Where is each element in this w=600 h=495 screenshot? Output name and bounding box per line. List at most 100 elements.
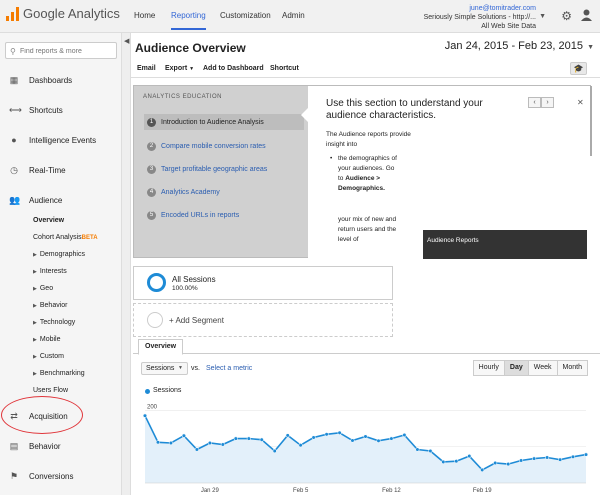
- google-analytics-logo[interactable]: Google Analytics: [6, 6, 120, 21]
- lesson-item[interactable]: 2 Compare mobile conversion rates: [147, 142, 266, 151]
- scrollbar[interactable]: [590, 86, 592, 156]
- segment-all-sessions[interactable]: All Sessions 100.00%: [133, 266, 393, 300]
- sidebar-sub-behavior[interactable]: ▶ Behavior: [33, 302, 68, 309]
- granularity-hourly[interactable]: Hourly: [472, 360, 505, 376]
- lesson-number: 4: [147, 188, 156, 197]
- sidebar-item-audience[interactable]: 👥 Audience: [0, 191, 122, 209]
- data-point: [181, 433, 186, 438]
- granularity-day[interactable]: Day: [503, 360, 529, 376]
- search-input[interactable]: [20, 45, 114, 57]
- add-segment-button[interactable]: + Add Segment: [133, 303, 393, 337]
- data-point: [142, 413, 148, 418]
- sidebar-item-dashboards[interactable]: ▦ Dashboards: [0, 71, 122, 89]
- sidebar-sub-label: Benchmarking: [39, 370, 85, 377]
- lesson-item[interactable]: 3 Target profitable geographic areas: [147, 165, 267, 174]
- triangle-right-icon: ▶: [33, 286, 37, 292]
- sidebar-sub-users-flow[interactable]: Users Flow: [33, 387, 68, 394]
- sidebar-sub-label: Behavior: [39, 302, 68, 309]
- education-card: Use this section to understand your audi…: [308, 86, 592, 259]
- nav-reporting[interactable]: Reporting: [171, 11, 206, 30]
- sidebar-item-shortcuts[interactable]: ⟷ Shortcuts: [0, 101, 122, 119]
- gear-icon[interactable]: ⚙: [561, 9, 572, 23]
- education-bullet: your mix of new and return users and the…: [338, 215, 398, 245]
- education-pager: ‹ ›: [528, 97, 554, 108]
- account-property: Seriously Simple Solutions - http://...: [423, 14, 536, 21]
- shortcut-arrow-icon: ⟷: [9, 104, 22, 115]
- metric-select[interactable]: Sessions ▼: [141, 362, 188, 375]
- sidebar-item-behavior[interactable]: ▤ Behavior: [0, 437, 122, 455]
- segment-ring-icon: [147, 273, 166, 292]
- sidebar-sub-cohort[interactable]: Cohort AnalysisBETA: [33, 234, 98, 241]
- sidebar-item-label: Behavior: [29, 441, 61, 451]
- sidebar-sub-mobile[interactable]: ▶ Mobile: [33, 336, 60, 343]
- lesson-label: Compare mobile conversion rates: [161, 143, 266, 150]
- sidebar-item-intelligence[interactable]: ● Intelligence Events: [0, 131, 122, 149]
- nav-admin[interactable]: Admin: [282, 11, 305, 20]
- empty-segment-ring-icon: [147, 312, 163, 328]
- add-to-dashboard-button[interactable]: Add to Dashboard: [203, 65, 264, 72]
- chevron-right-icon[interactable]: ›: [541, 97, 554, 108]
- lesson-item[interactable]: 5 Encoded URLs in reports: [147, 211, 239, 220]
- legend-swatch: [145, 389, 150, 394]
- chevron-down-icon[interactable]: ▼: [539, 13, 546, 20]
- tab-overview[interactable]: Overview: [138, 339, 184, 355]
- sidebar-sub-label: Cohort Analysis: [33, 234, 82, 241]
- sidebar-collapse-toggle[interactable]: ◀: [122, 33, 131, 495]
- bullet-link: Audience > Demographics.: [338, 175, 385, 192]
- lesson-item[interactable]: 4 Analytics Academy: [147, 188, 220, 197]
- report-toolbar: Email Export ▼ Add to Dashboard Shortcut…: [131, 60, 600, 78]
- vs-label: vs.: [191, 365, 200, 372]
- nav-customization[interactable]: Customization: [220, 11, 271, 20]
- y-tick-label: 200: [147, 404, 158, 410]
- data-point: [415, 447, 420, 452]
- lesson-number: 5: [147, 211, 156, 220]
- export-button[interactable]: Export ▼: [165, 65, 194, 72]
- chevron-down-icon[interactable]: ▼: [587, 44, 594, 51]
- sidebar-sub-technology[interactable]: ▶ Technology: [33, 319, 75, 326]
- nav-home[interactable]: Home: [134, 11, 155, 20]
- lesson-item[interactable]: 1 Introduction to Audience Analysis: [144, 114, 304, 130]
- shortcut-button[interactable]: Shortcut: [270, 65, 299, 72]
- data-point: [545, 455, 550, 460]
- export-label: Export: [165, 65, 188, 72]
- data-point: [376, 438, 381, 443]
- email-button[interactable]: Email: [137, 65, 156, 72]
- sidebar-sub-label: Mobile: [39, 336, 61, 343]
- sidebar-sub-interests[interactable]: ▶ Interests: [33, 268, 67, 275]
- behavior-icon: ▤: [9, 440, 19, 451]
- account-email: june@tomitrader.com: [469, 5, 536, 12]
- main-content: Audience Overview Jan 24, 2015 - Feb 23,…: [131, 33, 600, 495]
- account-selector[interactable]: june@tomitrader.com Seriously Simple Sol…: [424, 4, 536, 31]
- user-icon[interactable]: [581, 9, 592, 21]
- lightbulb-icon: ●: [11, 135, 17, 145]
- data-point: [454, 459, 459, 464]
- sidebar-sub-overview[interactable]: Overview: [33, 217, 64, 224]
- chevron-left-icon: ◀: [124, 38, 130, 45]
- select-metric-link[interactable]: Select a metric: [206, 365, 252, 372]
- chevron-left-icon[interactable]: ‹: [528, 97, 541, 108]
- data-point: [220, 442, 225, 447]
- x-tick-label: Feb 19: [473, 488, 492, 494]
- chevron-down-icon: ▼: [178, 365, 183, 371]
- sidebar-item-conversions[interactable]: ⚑ Conversions: [0, 467, 122, 485]
- beta-badge: BETA: [81, 235, 98, 241]
- granularity-month[interactable]: Month: [556, 360, 588, 376]
- sidebar-sub-benchmarking[interactable]: ▶ Benchmarking: [33, 370, 85, 377]
- sidebar-item-realtime[interactable]: ◷ Real-Time: [0, 161, 122, 179]
- date-range-picker[interactable]: Jan 24, 2015 - Feb 23, 2015: [445, 40, 583, 52]
- grid-icon: ▦: [9, 74, 19, 85]
- graduation-cap-icon[interactable]: 🎓: [570, 62, 587, 75]
- data-point: [467, 454, 472, 459]
- sidebar-sub-label: Demographics: [39, 251, 85, 258]
- close-icon[interactable]: ✕: [577, 98, 584, 107]
- acquisition-highlight-circle: [1, 396, 83, 434]
- search-icon: ⚲: [10, 47, 16, 56]
- lesson-number: 3: [147, 165, 156, 174]
- sidebar-sub-geo[interactable]: ▶ Geo: [33, 285, 53, 292]
- granularity-week[interactable]: Week: [527, 360, 558, 376]
- lesson-number: 2: [147, 142, 156, 151]
- search-box[interactable]: ⚲: [5, 42, 117, 59]
- sidebar-sub-custom[interactable]: ▶ Custom: [33, 353, 64, 360]
- sidebar-sub-demographics[interactable]: ▶ Demographics: [33, 251, 85, 258]
- sessions-chart: 200100Jan 29Feb 5Feb 12Feb 19: [142, 404, 589, 494]
